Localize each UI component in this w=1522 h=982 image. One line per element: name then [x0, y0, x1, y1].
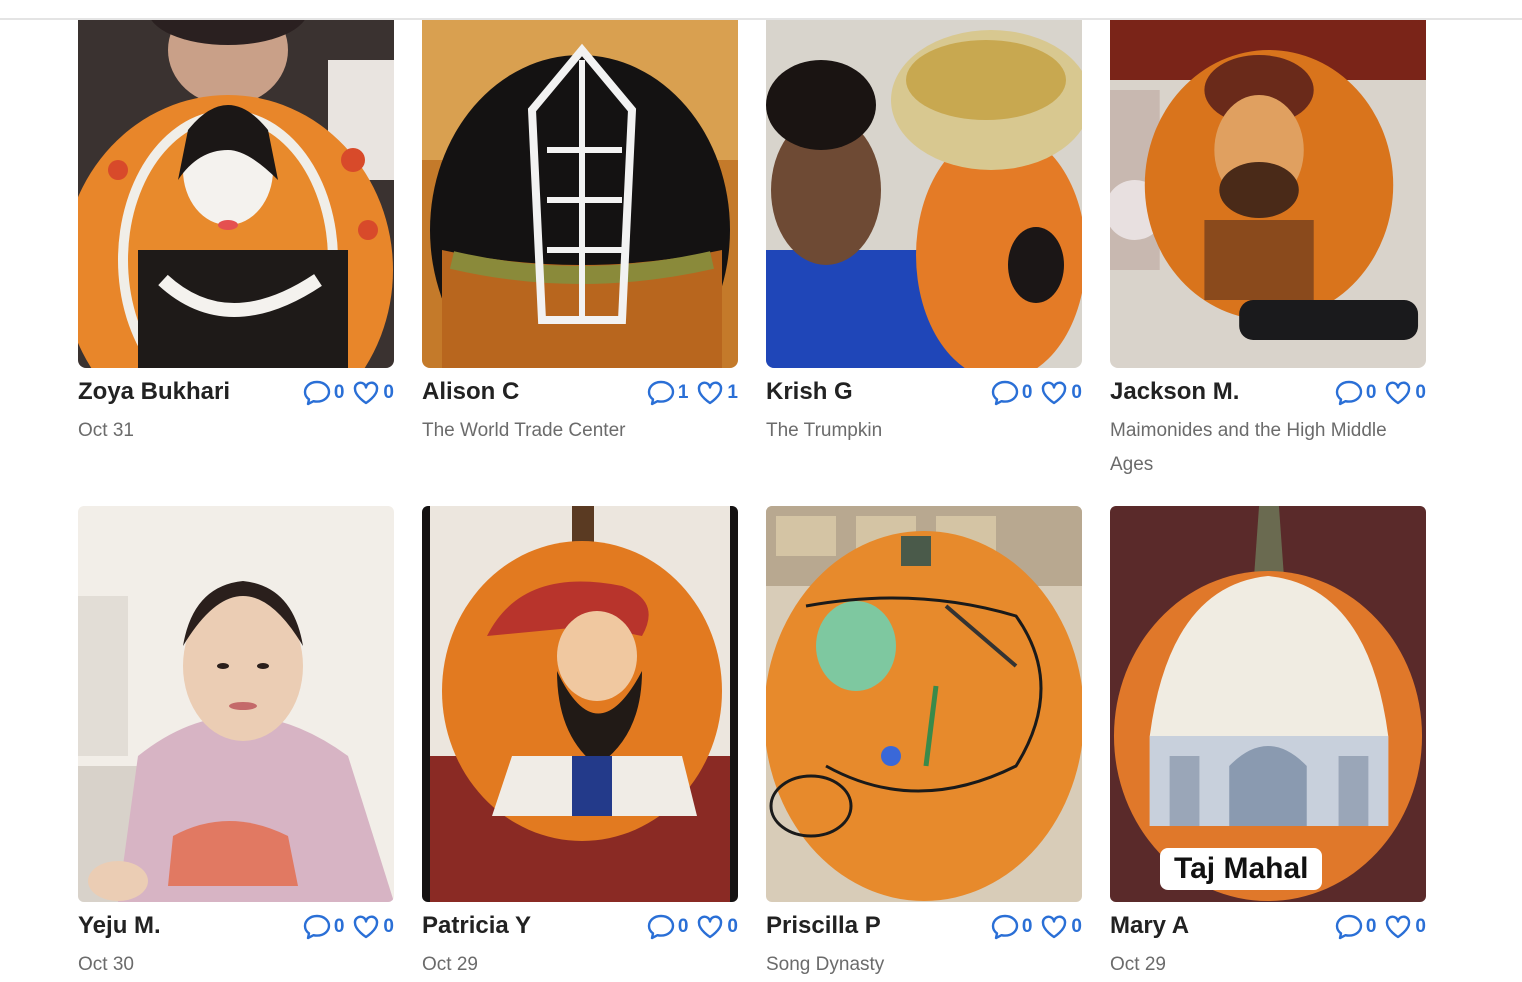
comment-count: 0 — [333, 382, 345, 403]
comment-count: 0 — [1021, 382, 1033, 403]
author-name[interactable]: Alison C — [422, 378, 519, 406]
engagement-counts: 1 1 — [647, 380, 738, 406]
like-button[interactable]: 0 — [1384, 914, 1426, 940]
author-name[interactable]: Jackson M. — [1110, 378, 1239, 406]
submission-photo[interactable] — [422, 506, 738, 902]
heart-icon — [698, 915, 723, 939]
engagement-counts: 0 0 — [1335, 380, 1426, 406]
like-button[interactable]: 0 — [696, 914, 738, 940]
comment-button[interactable]: 0 — [303, 914, 345, 940]
comment-count: 1 — [677, 382, 689, 403]
comment-icon — [1335, 914, 1363, 940]
submission-photo[interactable] — [422, 20, 738, 368]
like-button[interactable]: 0 — [1040, 380, 1082, 406]
submission-photo[interactable] — [1110, 20, 1426, 368]
heart-icon — [1042, 381, 1067, 405]
submission-subtitle: Oct 31 — [78, 420, 134, 441]
comment-count: 0 — [677, 916, 689, 937]
submission-photo[interactable] — [766, 20, 1082, 368]
submission-subtitle: The Trumpkin — [766, 420, 883, 441]
comment-icon — [1335, 380, 1363, 406]
submission-subtitle: Oct 29 — [1110, 954, 1166, 975]
author-name[interactable]: Patricia Y — [422, 912, 531, 940]
engagement-counts: 0 0 — [303, 380, 394, 406]
heart-icon — [354, 381, 379, 405]
like-count: 0 — [1071, 382, 1082, 403]
comment-icon — [991, 914, 1019, 940]
like-button[interactable]: 0 — [352, 380, 394, 406]
like-count: 1 — [727, 382, 738, 403]
comment-icon — [647, 914, 675, 940]
comment-count: 0 — [1021, 916, 1033, 937]
engagement-counts: 0 0 — [647, 914, 738, 940]
comment-button[interactable]: 0 — [991, 380, 1033, 406]
heart-icon — [1386, 915, 1411, 939]
submission-subtitle: Oct 30 — [78, 954, 134, 975]
engagement-counts: 0 0 — [303, 914, 394, 940]
like-count: 0 — [1071, 916, 1082, 937]
author-name[interactable]: Krish G — [766, 378, 853, 406]
submission-photo[interactable] — [1110, 506, 1426, 902]
like-button[interactable]: 0 — [1040, 914, 1082, 940]
comment-icon — [647, 380, 675, 406]
comment-icon — [303, 914, 331, 940]
engagement-counts: 0 0 — [991, 914, 1082, 940]
heart-icon — [1386, 381, 1411, 405]
submission-photo[interactable] — [766, 506, 1082, 902]
comment-icon — [991, 380, 1019, 406]
comment-count: 0 — [1365, 382, 1377, 403]
submission-subtitle: The World Trade Center — [422, 420, 626, 441]
submission-subtitle: Oct 29 — [422, 954, 478, 975]
comment-count: 0 — [1365, 916, 1377, 937]
submission-subtitle: Maimonides and the High Middle Ages — [1110, 420, 1387, 475]
like-count: 0 — [383, 916, 394, 937]
comment-button[interactable]: 0 — [1335, 914, 1377, 940]
like-count: 0 — [383, 382, 394, 403]
author-name[interactable]: Priscilla P — [766, 912, 881, 940]
comment-button[interactable]: 0 — [303, 380, 345, 406]
heart-icon — [354, 915, 379, 939]
engagement-counts: 0 0 — [1335, 914, 1426, 940]
comment-button[interactable]: 1 — [647, 380, 689, 406]
comment-button[interactable]: 0 — [991, 914, 1033, 940]
author-name[interactable]: Yeju M. — [78, 912, 161, 940]
like-button[interactable]: 1 — [696, 380, 738, 406]
comment-icon — [303, 380, 331, 406]
engagement-counts: 0 0 — [991, 380, 1082, 406]
like-button[interactable]: 0 — [352, 914, 394, 940]
comment-button[interactable]: 0 — [1335, 380, 1377, 406]
comment-count: 0 — [333, 916, 345, 937]
comment-button[interactable]: 0 — [647, 914, 689, 940]
like-button[interactable]: 0 — [1384, 380, 1426, 406]
heart-icon — [1042, 915, 1067, 939]
like-count: 0 — [1415, 382, 1426, 403]
submission-photo[interactable] — [78, 20, 394, 368]
like-count: 0 — [727, 916, 738, 937]
image-caption-overlay: Taj Mahal — [1160, 848, 1323, 890]
heart-icon — [698, 381, 723, 405]
submission-subtitle: Song Dynasty — [766, 954, 885, 975]
author-name[interactable]: Zoya Bukhari — [78, 378, 230, 406]
like-count: 0 — [1415, 916, 1426, 937]
submission-photo[interactable] — [78, 506, 394, 902]
author-name[interactable]: Mary A — [1110, 912, 1189, 940]
